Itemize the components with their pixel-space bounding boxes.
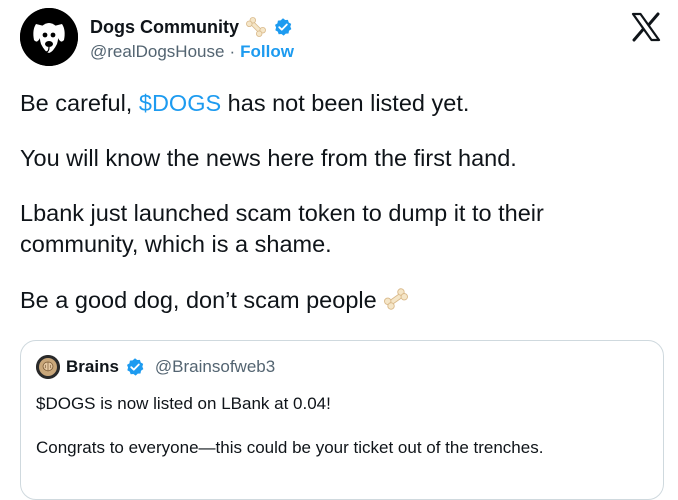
tweet-text-segment: has not been listed yet.	[221, 90, 470, 116]
bone-icon	[243, 14, 269, 40]
verified-badge-icon	[273, 17, 293, 37]
author-name-row: Dogs Community	[90, 14, 293, 40]
author-avatar[interactable]	[20, 8, 78, 66]
author-display-name[interactable]: Dogs Community	[90, 17, 239, 38]
brain-avatar-icon	[36, 355, 60, 379]
quoted-tweet[interactable]: Brains @Brainsofweb3 $DOGS is now listed…	[20, 340, 664, 500]
tweet-paragraph: Be a good dog, don’t scam people	[20, 284, 660, 316]
author-handle[interactable]: @realDogsHouse	[90, 42, 224, 62]
x-logo-icon[interactable]	[630, 12, 662, 42]
tweet-text-segment: Be a good dog, don’t scam people	[20, 287, 377, 313]
quoted-tweet-text: $DOGS is now listed on LBank at 0.04! Co…	[36, 393, 646, 481]
tweet-text-segment: Be careful,	[20, 90, 139, 116]
dog-avatar-icon	[20, 8, 78, 66]
follow-button[interactable]: Follow	[240, 42, 294, 62]
author-handle-row: @realDogsHouse · Follow	[90, 42, 294, 62]
tweet-paragraph: You will know the news here from the fir…	[20, 145, 517, 171]
separator-dot: ·	[229, 42, 236, 61]
bone-icon	[381, 284, 411, 314]
tweet-paragraph: Lbank just launched scam token to dump i…	[20, 200, 544, 257]
tweet-text: Be careful, $DOGS has not been listed ye…	[20, 88, 660, 340]
tweet-paragraph: Be careful, $DOGS has not been listed ye…	[20, 88, 660, 119]
quoted-handle[interactable]: @Brainsofweb3	[155, 357, 275, 377]
quoted-author-avatar[interactable]	[36, 355, 60, 379]
quoted-line: Congrats to everyone—this could be your …	[36, 438, 544, 457]
quoted-display-name[interactable]: Brains	[66, 357, 119, 377]
quoted-tweet-header: Brains @Brainsofweb3	[36, 355, 275, 379]
quoted-line: $DOGS is now listed on LBank at 0.04!	[36, 394, 331, 413]
cashtag-link[interactable]: $DOGS	[139, 90, 221, 116]
verified-badge-icon	[125, 357, 145, 377]
